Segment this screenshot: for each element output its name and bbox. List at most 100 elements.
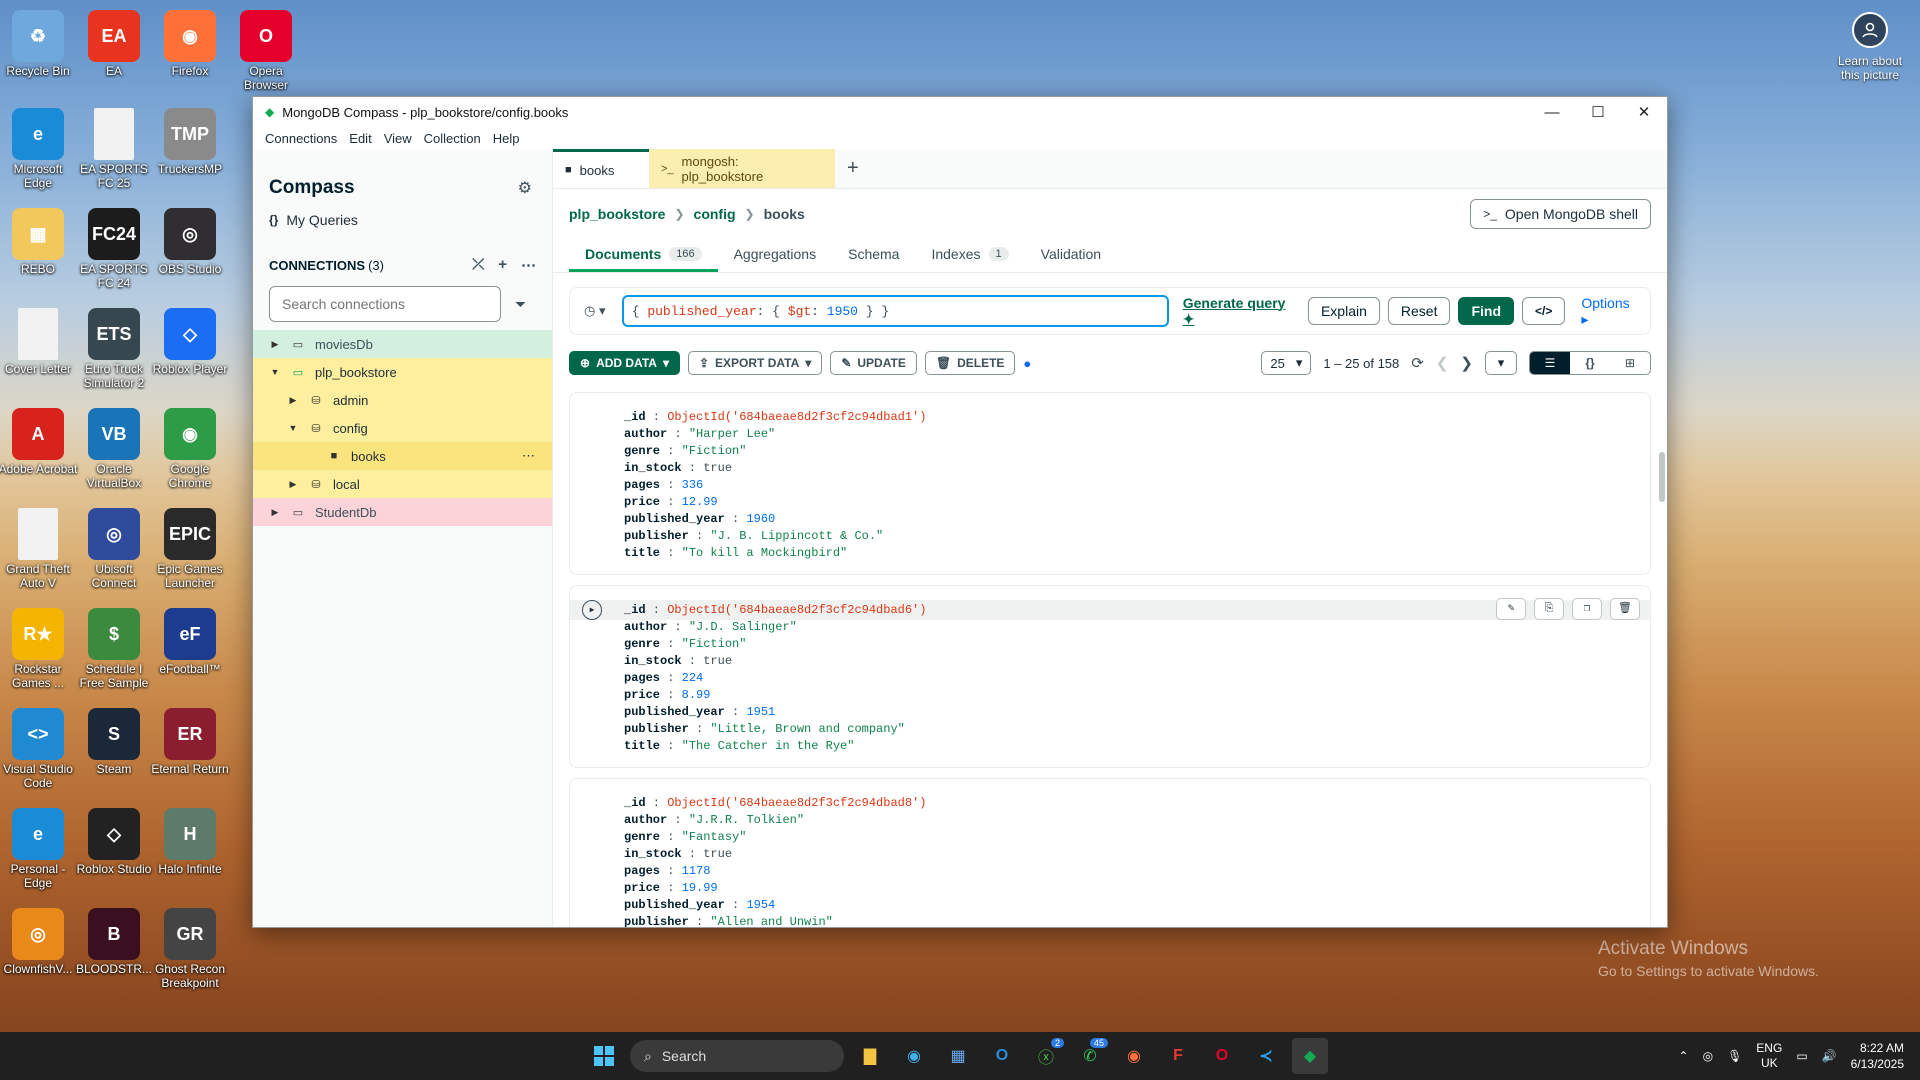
tree-item-studentdb[interactable]: ▶ ▭ StudentDb [253,498,552,526]
tab-mongosh[interactable]: >_ mongosh: plp_bookstore [649,149,835,188]
vscode-icon[interactable]: ≺ [1248,1038,1284,1074]
desktop-icon[interactable]: VB Oracle VirtualBox [74,408,154,490]
find-button[interactable]: Find [1458,297,1515,325]
desktop-icon[interactable]: GR Ghost Recon Breakpoint [150,908,230,990]
settings-gear-icon[interactable]: ⚙ [518,178,532,198]
desktop-icon[interactable]: $ Schedule I Free Sample [74,608,154,690]
desktop-icon[interactable]: <> Visual Studio Code [0,708,78,790]
tree-item-plp-bookstore[interactable]: ▼ ▭ plp_bookstore [253,358,552,386]
minimize-button[interactable]: — [1529,97,1575,127]
tab-books[interactable]: ■ books [553,149,649,188]
list-view-icon[interactable]: ☰ [1530,352,1570,374]
tab-documents[interactable]: Documents 166 [569,246,718,272]
tab-validation[interactable]: Validation [1025,246,1117,272]
edge-icon[interactable]: ◉ [896,1038,932,1074]
desktop-icon[interactable]: ◉ Google Chrome [150,408,230,490]
desktop-icon[interactable]: O Opera Browser [226,10,306,92]
desktop-icon[interactable]: A Adobe Acrobat [0,408,78,476]
desktop-icon[interactable]: ◇ Roblox Studio [74,808,154,876]
scrollbar[interactable] [1659,452,1665,502]
collapse-all-icon[interactable]: ⤫ [472,256,484,274]
reset-button[interactable]: Reset [1387,297,1451,325]
network-icon[interactable]: ▭ [1796,1049,1807,1063]
filezilla-icon[interactable]: F [1160,1038,1196,1074]
tray-app-icon[interactable]: ◎ [1703,1049,1713,1063]
table-view-icon[interactable]: ⊞ [1610,352,1650,374]
menu-edit[interactable]: Edit [343,131,377,146]
desktop-icon[interactable]: ▦ REBO [0,208,78,276]
whatsapp-icon[interactable]: ✆ 45 [1072,1038,1108,1074]
firefox-icon[interactable]: ◉ [1116,1038,1152,1074]
desktop-icon[interactable]: EA EA [74,10,154,78]
delete-button[interactable]: 🗑 DELETE [924,351,1016,375]
desktop-icon[interactable]: B BLOODSTR... [74,908,154,976]
new-tab-button[interactable]: + [835,149,871,188]
desktop-icon[interactable]: Grand Theft Auto V [0,508,78,590]
document-card[interactable]: _id : ObjectId('684baeae8d2f3cf2c94dbad1… [569,392,1651,575]
menu-collection[interactable]: Collection [418,131,487,146]
more-options-icon[interactable]: ⋯ [522,448,536,464]
tab-schema[interactable]: Schema [832,246,915,272]
add-data-button[interactable]: ⊕ ADD DATA ▾ [569,351,680,375]
xbox-icon[interactable]: ⓧ 2 [1028,1038,1064,1074]
opera-icon[interactable]: O [1204,1038,1240,1074]
next-page-icon[interactable]: ❯ [1460,354,1473,372]
add-connection-icon[interactable]: + [498,256,507,274]
taskbar-search[interactable]: ⌕ Search [630,1040,844,1072]
info-bulb-icon[interactable]: ● [1023,356,1031,371]
desktop-icon[interactable]: TMP TruckersMP [150,108,230,176]
breadcrumb-db[interactable]: plp_bookstore [569,206,665,222]
desktop-icon[interactable]: S Steam [74,708,154,776]
tree-item-admin[interactable]: ▶ ⛁ admin [253,386,552,414]
desktop-icon[interactable]: ETS Euro Truck Simulator 2 [74,308,154,390]
desktop-icon[interactable]: Cover Letter [0,308,78,376]
desktop-icon[interactable]: e Microsoft Edge [0,108,78,190]
desktop-icon[interactable]: ◎ OBS Studio [150,208,230,276]
tree-item-moviesdb[interactable]: ▶ ▭ moviesDb [253,330,552,358]
my-queries-link[interactable]: {} My Queries [253,204,552,236]
file-explorer-icon[interactable]: ▇ [852,1038,888,1074]
page-size-select[interactable]: 25 ▾ [1261,351,1312,375]
filter-icon[interactable]: ⏷ [515,296,526,313]
desktop-icon[interactable]: R★ Rockstar Games ... [0,608,78,690]
desktop-icon[interactable]: EPIC Epic Games Launcher [150,508,230,590]
microphone-icon[interactable]: 🎙 [1727,1049,1742,1063]
query-history-icon[interactable]: ◷ ▾ [584,303,614,319]
code-view-icon[interactable]: </> [1522,297,1566,325]
expand-document-icon[interactable]: ▶ [582,600,602,620]
desktop-icon[interactable]: e Personal - Edge [0,808,78,890]
tree-item-books[interactable]: ■ books ⋯ [253,442,552,470]
json-view-icon[interactable]: {} [1570,352,1610,374]
desktop-icon[interactable]: ◉ Firefox [150,10,230,78]
menu-view[interactable]: View [378,131,418,146]
chevron-up-icon[interactable]: ⌃ [1679,1049,1689,1063]
refresh-icon[interactable]: ⟳ [1411,354,1424,372]
close-button[interactable]: ✕ [1621,97,1667,127]
expand-options-select[interactable]: ▾ [1485,351,1517,375]
desktop-icon[interactable]: ◇ Roblox Player [150,308,230,376]
tree-item-local[interactable]: ▶ ⛁ local [253,470,552,498]
export-data-button[interactable]: ⇪ EXPORT DATA ▾ [687,351,823,375]
desktop-icon[interactable]: ER Eternal Return [150,708,230,776]
search-connections-input[interactable] [269,286,501,322]
desktop-icon[interactable]: ◎ Ubisoft Connect [74,508,154,590]
update-button[interactable]: ✎ UPDATE [830,351,917,375]
windows-start-icon[interactable] [586,1038,622,1074]
generate-query-link[interactable]: Generate query ✦ [1183,295,1300,328]
more-options-icon[interactable]: ⋯ [521,256,536,274]
document-card[interactable]: ▶ ✎ ⎘ ❐ 🗑 _id : ObjectId('684baeae8d2f3cf2c94… [569,585,1651,768]
open-shell-button[interactable]: >_ Open MongoDB shell [1470,199,1651,229]
clock[interactable]: 8:22 AM 6/13/2025 [1851,1040,1904,1072]
volume-icon[interactable]: 🔊 [1822,1049,1837,1063]
breadcrumb-config[interactable]: config [694,206,736,222]
desktop-icon[interactable]: FC24 EA SPORTS FC 24 [74,208,154,290]
menu-help[interactable]: Help [487,131,526,146]
options-toggle[interactable]: Options ▸ [1581,295,1640,328]
learn-about-picture[interactable]: Learn about this picture [1830,12,1910,82]
tab-indexes[interactable]: Indexes 1 [915,246,1024,272]
outlook-icon[interactable]: O [984,1038,1020,1074]
maximize-button[interactable]: ☐ [1575,97,1621,127]
store-icon[interactable]: ▦ [940,1038,976,1074]
filter-query-input[interactable]: { published_year: { $gt: 1950 } } [621,295,1169,327]
menu-connections[interactable]: Connections [259,131,343,146]
